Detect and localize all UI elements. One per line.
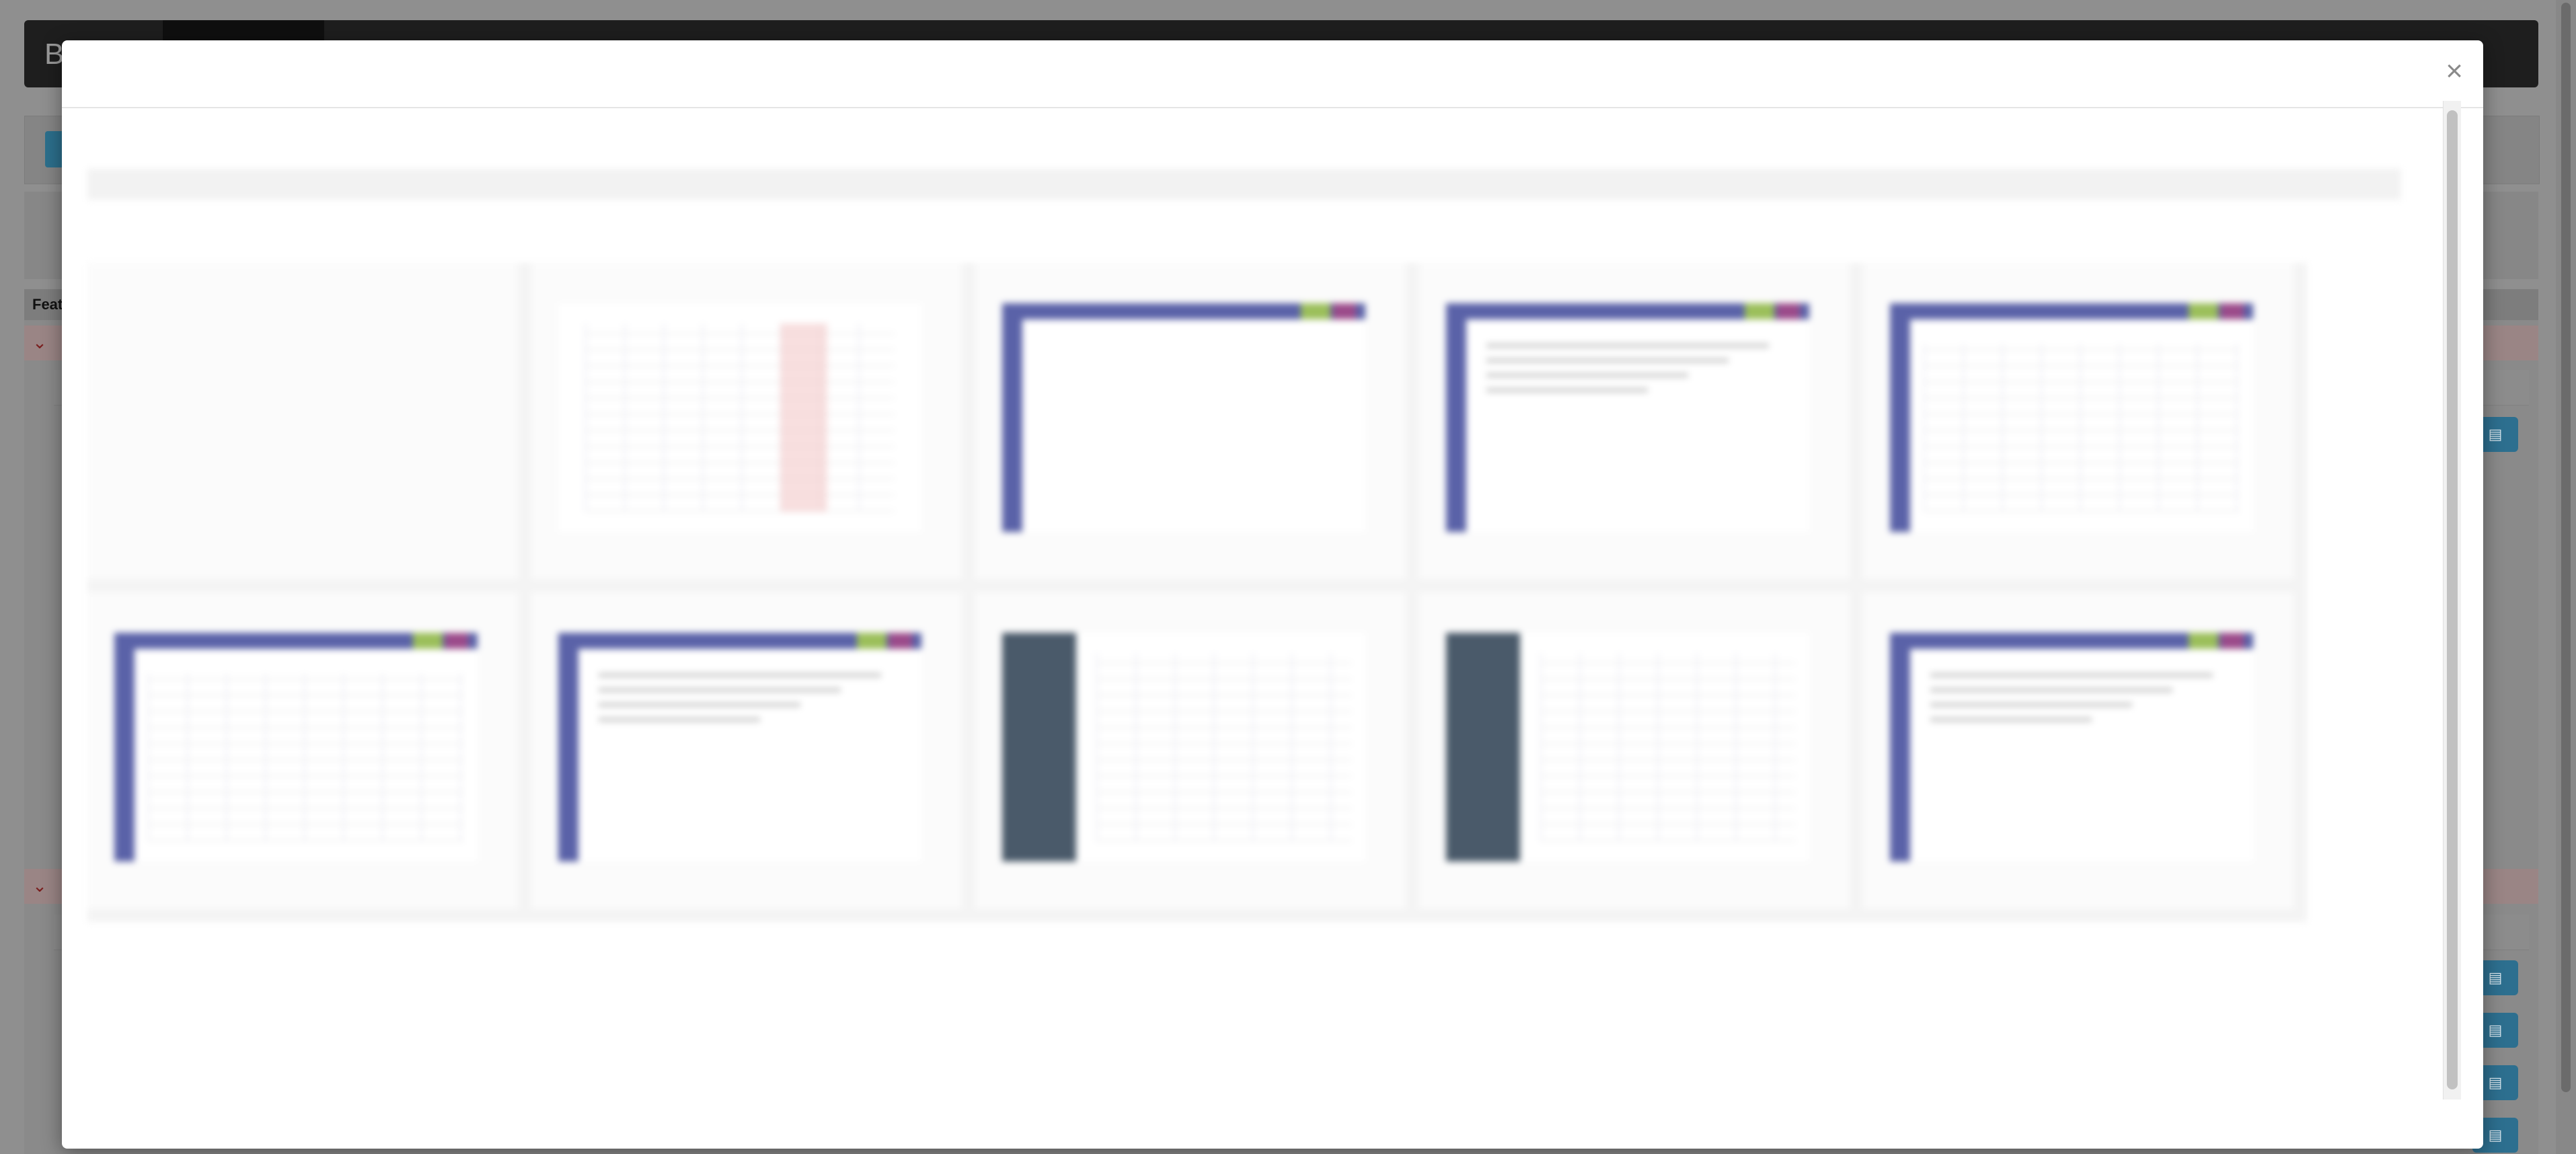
thumbnail-image [1446, 633, 1809, 861]
thumbnail-dark-sidebar-form [975, 592, 1406, 909]
screenshot-grid [87, 263, 2307, 922]
thumbnail-image [1002, 303, 1365, 532]
thumbnail-app-list [1419, 263, 1850, 579]
thumbnail-image [1890, 303, 2253, 532]
thumbnail-image [114, 633, 478, 861]
thumbnail-image [1446, 303, 1809, 532]
page-scrollbar[interactable] [2556, 0, 2576, 1154]
thumbnail-image [558, 633, 921, 861]
navbar-brand[interactable]: B [44, 38, 64, 71]
modal-header: × [62, 40, 2483, 108]
thumbnail-app-list [1863, 592, 2294, 909]
page-scrollbar-thumb[interactable] [2561, 3, 2571, 1092]
thumbnail-app-list [531, 592, 962, 909]
thumbnail-image [1890, 633, 2253, 861]
thumbnail-blank [87, 263, 518, 579]
close-button[interactable]: × [2446, 56, 2463, 86]
thumbnail-app-empty [975, 263, 1406, 579]
chevron-down-icon[interactable]: ⌄ [30, 332, 50, 352]
document-preview [87, 169, 2401, 922]
thumbnail-spreadsheet [531, 263, 962, 579]
thumbnail-app-table [87, 592, 518, 909]
modal-scrollbar-thumb[interactable] [2447, 110, 2458, 1089]
thumbnail-dark-sidebar-sheet [1419, 592, 1850, 909]
thumbnail-image [558, 303, 921, 532]
document-top-strip [87, 169, 2401, 200]
modal-scrollbar[interactable] [2443, 101, 2461, 1100]
modal-body [62, 108, 2483, 1149]
preview-modal: × [62, 40, 2483, 1149]
thumbnail-app-table [1863, 263, 2294, 579]
chevron-down-icon[interactable]: ⌄ [30, 876, 50, 896]
thumbnail-image [1002, 633, 1365, 861]
features-header-label: Feat [32, 296, 63, 313]
